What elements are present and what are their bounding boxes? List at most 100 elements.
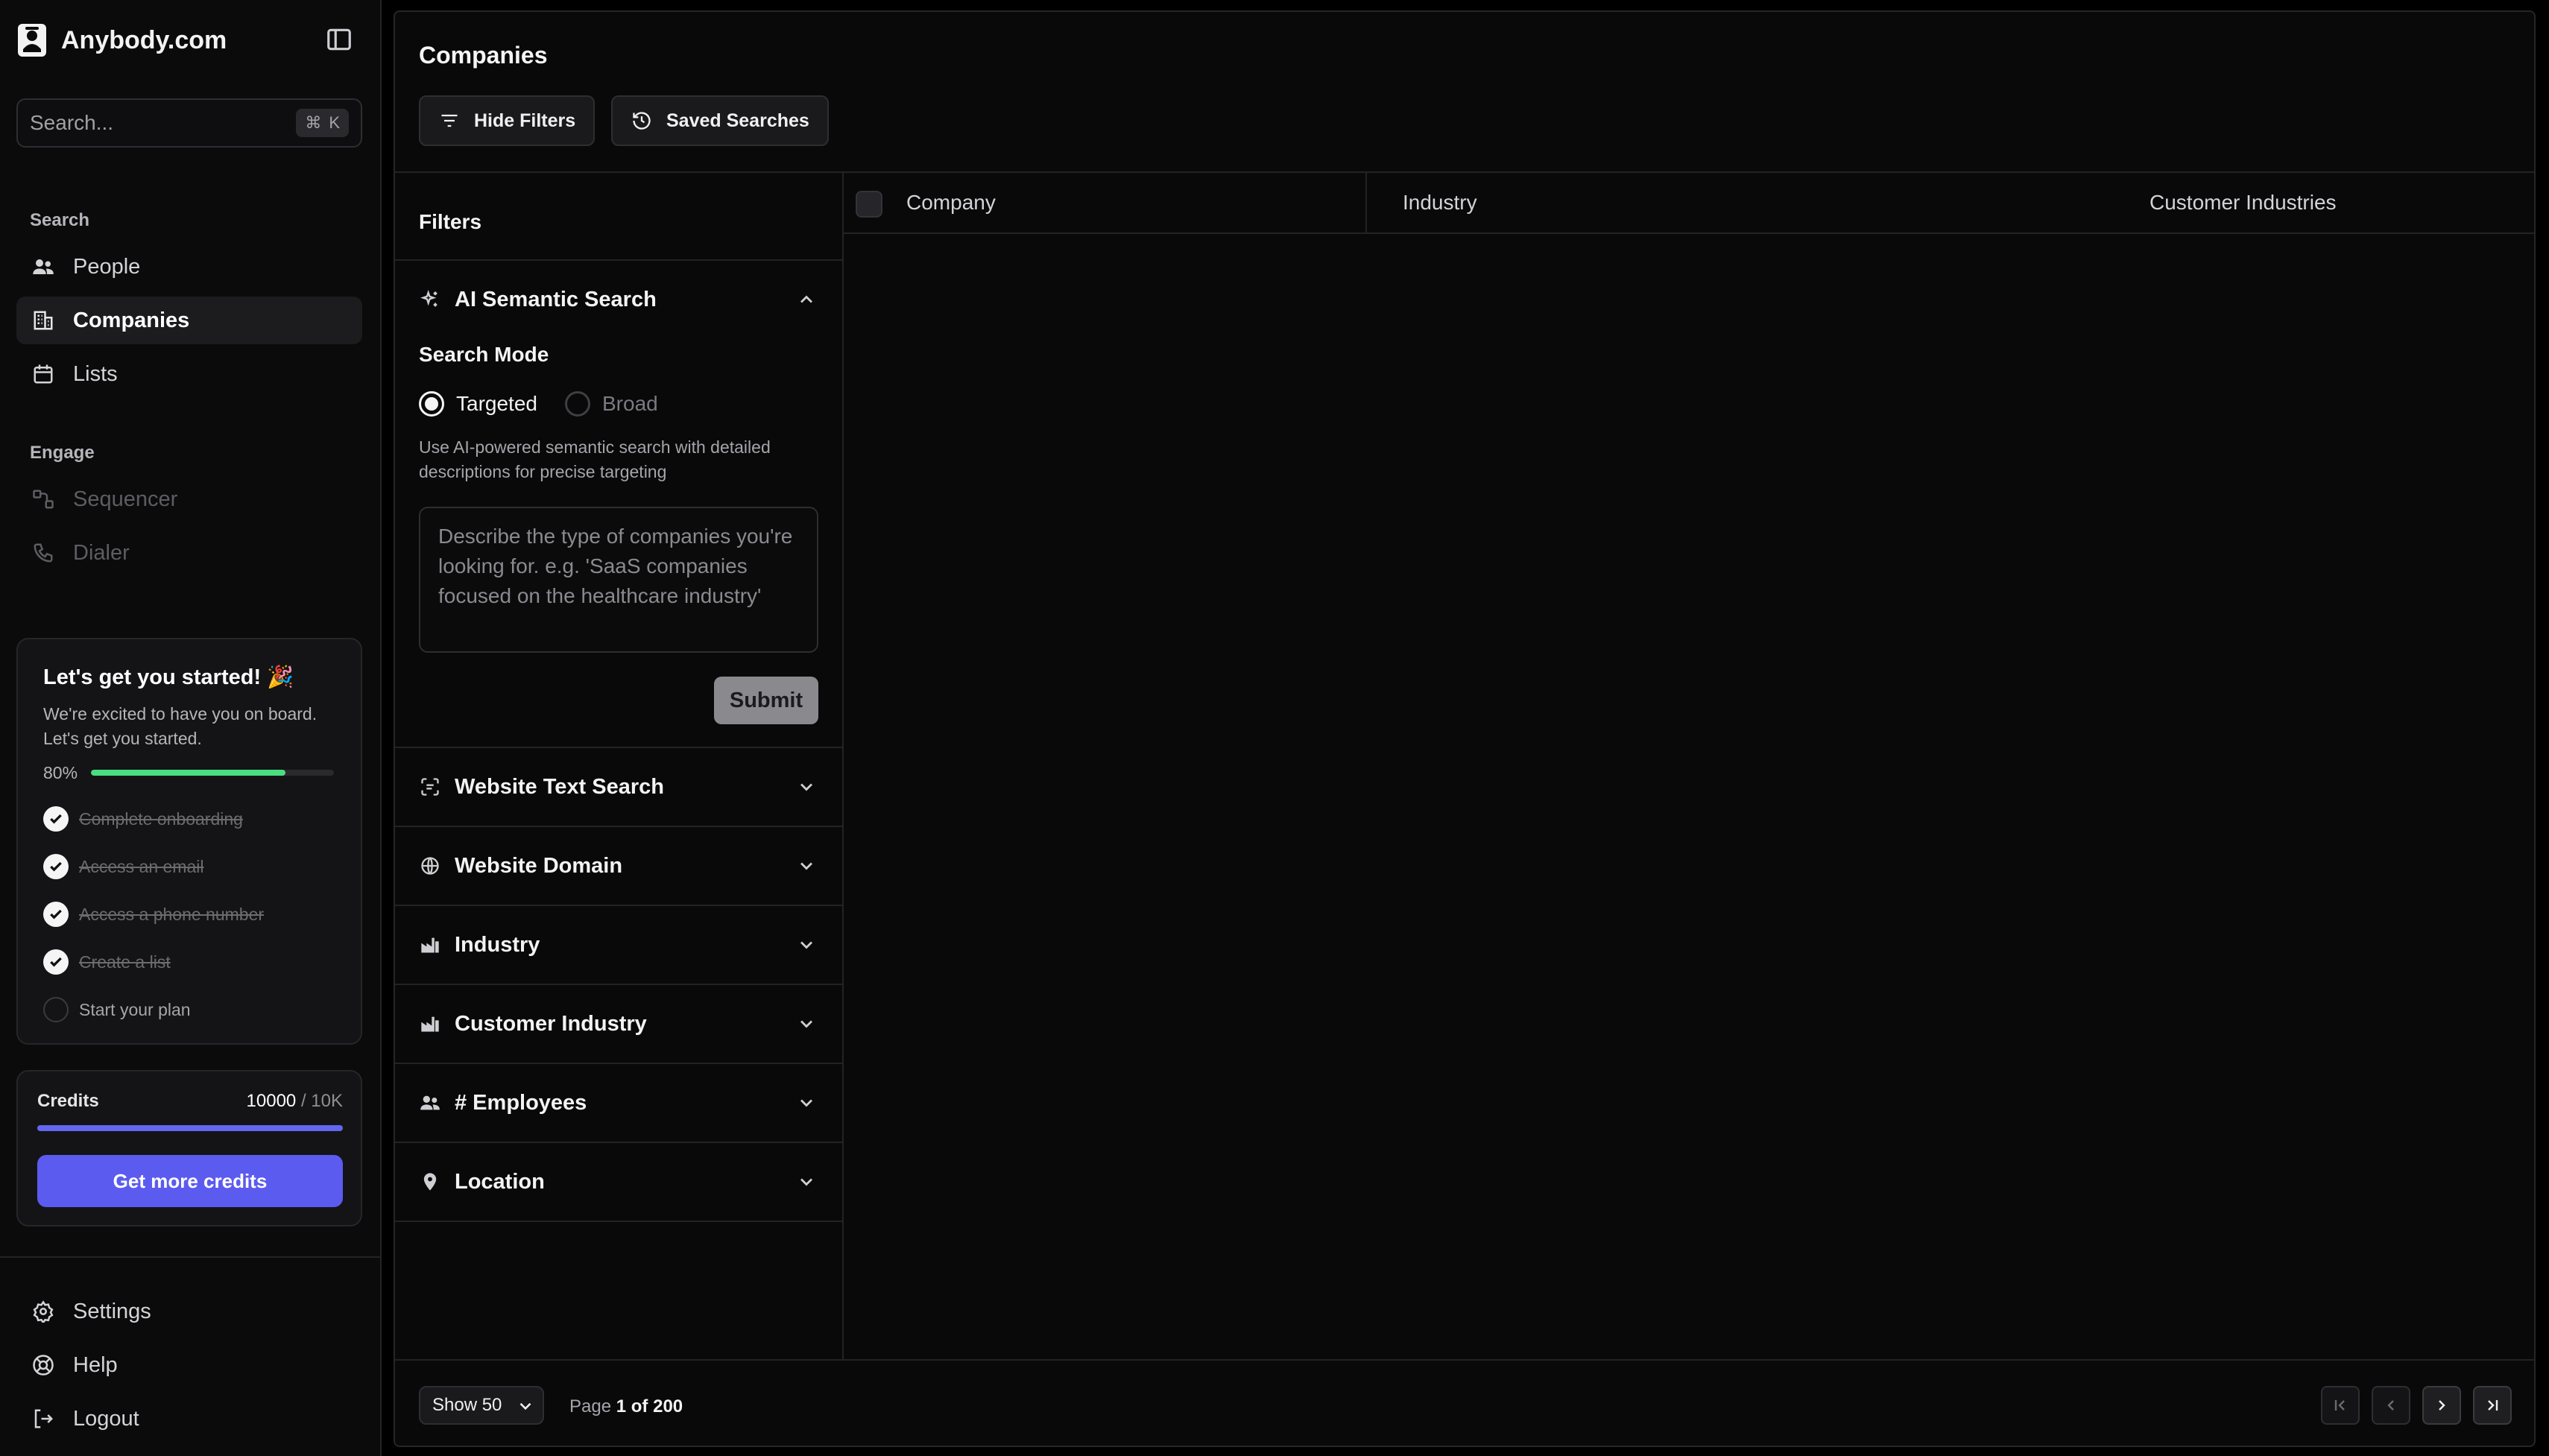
sidebar-item-settings[interactable]: Settings <box>16 1288 362 1335</box>
previous-page-button[interactable] <box>2372 1386 2410 1425</box>
shortcut-badge: ⌘ K <box>296 109 349 137</box>
sidebar-item-sequencer[interactable]: Sequencer <box>16 475 362 523</box>
mode-broad-radio[interactable]: Broad <box>565 389 658 419</box>
mode-targeted-radio[interactable]: Targeted <box>419 389 537 419</box>
filter-label: Website Text Search <box>455 774 664 799</box>
sidebar-item-label: Dialer <box>73 540 130 565</box>
filter-customer-industry[interactable]: Customer Industry <box>395 985 842 1063</box>
submit-button[interactable]: Submit <box>714 677 818 724</box>
section-label-engage: Engage <box>30 443 95 463</box>
hide-filters-button[interactable]: Hide Filters <box>419 95 596 146</box>
filter-website-text-search[interactable]: Website Text Search <box>395 748 842 826</box>
onboarding-step[interactable]: Start your plan <box>43 996 191 1024</box>
credits-max: / 10K <box>300 1091 343 1111</box>
column-header-company[interactable]: Company <box>906 191 996 215</box>
chevron-down-icon[interactable] <box>796 1171 817 1192</box>
filter-label: Customer Industry <box>455 1011 647 1036</box>
sidebar-item-people[interactable]: People <box>16 243 362 291</box>
check-circle-icon <box>43 949 69 975</box>
chevron-down-icon[interactable] <box>796 934 817 955</box>
radio-unselected-icon <box>565 391 590 417</box>
sidebar-item-help[interactable]: Help <box>16 1341 362 1389</box>
chevron-down-icon[interactable] <box>796 776 817 797</box>
onboarding-step[interactable]: Access a phone number <box>43 900 264 928</box>
command-key-icon: ⌘ <box>305 113 322 132</box>
chevrons-first-icon <box>2331 1396 2349 1414</box>
select-all-checkbox[interactable] <box>856 191 882 218</box>
onboarding-step[interactable]: Access an email <box>43 852 203 881</box>
section-label-search: Search <box>30 210 90 230</box>
filter-ai-semantic-search[interactable]: AI Semantic Search <box>395 261 842 338</box>
chevron-right-icon <box>2433 1396 2451 1414</box>
brand[interactable]: Anybody.com <box>16 22 227 58</box>
people-icon <box>419 1092 441 1114</box>
search-placeholder: Search... <box>30 111 114 134</box>
page-prefix: Page <box>569 1396 612 1417</box>
search-input[interactable]: Search... ⌘ K <box>16 98 362 148</box>
check-circle-icon <box>43 806 69 832</box>
onboarding-step[interactable]: Complete onboarding <box>43 805 243 833</box>
filter-label: AI Semantic Search <box>455 287 657 311</box>
sidebar-item-label: Help <box>73 1352 118 1377</box>
page-title: Companies <box>419 42 548 69</box>
pagination-footer: Show 50 Page 1 of 200 <box>395 1359 2534 1446</box>
sidebar-toggle-icon[interactable] <box>325 25 353 54</box>
sidebar-item-logout[interactable]: Logout <box>16 1395 362 1443</box>
chevron-up-icon[interactable] <box>796 289 817 310</box>
page-total: 200 <box>653 1396 683 1417</box>
chevron-down-icon[interactable] <box>796 1013 817 1034</box>
filter-divider <box>395 1221 842 1222</box>
credits-progress-track <box>37 1125 343 1131</box>
filters-title: Filters <box>419 210 482 233</box>
onboarding-progress-label: 80% <box>43 762 78 782</box>
onboarding-step[interactable]: Create a list <box>43 948 171 976</box>
sidebar-item-label: Settings <box>73 1299 151 1323</box>
onboarding-description: We're excited to have you on board. Let'… <box>43 704 318 748</box>
onboarding-step-label: Access a phone number <box>79 904 265 924</box>
shortcut-key: K <box>329 113 340 132</box>
column-header-customer-industries[interactable]: Customer Industries <box>2150 191 2337 215</box>
last-page-button[interactable] <box>2473 1386 2512 1425</box>
radio-label: Targeted <box>456 392 537 415</box>
next-page-button[interactable] <box>2422 1386 2461 1425</box>
onboarding-title: Let's get you started! 🎉 <box>43 665 294 689</box>
filter-employees[interactable]: # Employees <box>395 1064 842 1142</box>
chevron-down-icon[interactable] <box>796 1092 817 1113</box>
calendar-list-icon <box>31 362 55 386</box>
chevrons-last-icon <box>2483 1396 2501 1414</box>
filters-panel: Filters AI Semantic Search Search Mode T… <box>395 173 844 1359</box>
sidebar: Anybody.com Search... ⌘ K Search People <box>0 0 382 1456</box>
search-mode-help: Use AI-powered semantic search with deta… <box>419 437 771 481</box>
filter-location[interactable]: Location <box>395 1143 842 1221</box>
column-separator <box>1365 173 1367 234</box>
filter-label: # Employees <box>455 1090 587 1115</box>
globe-icon <box>419 855 441 877</box>
credits-card: Credits 10000 / 10K Get more credits <box>16 1070 362 1226</box>
factory-icon <box>419 934 441 956</box>
filter-label: Location <box>455 1169 545 1194</box>
hide-filters-label: Hide Filters <box>474 110 576 131</box>
get-more-credits-button[interactable]: Get more credits <box>37 1155 343 1207</box>
column-header-industry[interactable]: Industry <box>1403 191 1477 215</box>
sidebar-item-lists[interactable]: Lists <box>16 350 362 398</box>
page-size-select[interactable]: Show 50 <box>419 1386 544 1425</box>
filter-industry[interactable]: Industry <box>395 906 842 984</box>
chevron-left-icon <box>2382 1396 2400 1414</box>
chevron-down-icon[interactable] <box>796 855 817 876</box>
filter-label: Industry <box>455 932 540 957</box>
gear-icon <box>31 1300 55 1323</box>
sidebar-item-dialer[interactable]: Dialer <box>16 529 362 577</box>
lifebuoy-icon <box>31 1353 55 1377</box>
saved-searches-button[interactable]: Saved Searches <box>611 95 829 146</box>
saved-searches-label: Saved Searches <box>666 110 809 131</box>
sidebar-divider <box>0 1256 380 1258</box>
filter-website-domain[interactable]: Website Domain <box>395 827 842 905</box>
sidebar-item-companies[interactable]: Companies <box>16 297 362 344</box>
onboarding-step-label: Complete onboarding <box>79 808 243 829</box>
semantic-search-textarea[interactable]: Describe the type of companies you're lo… <box>419 507 818 653</box>
onboarding-card: Let's get you started! 🎉 We're excited t… <box>16 638 362 1045</box>
first-page-button[interactable] <box>2321 1386 2360 1425</box>
credits-count: 10000 <box>246 1091 297 1111</box>
sidebar-item-label: Logout <box>73 1406 139 1431</box>
filter-lines-icon <box>438 110 461 132</box>
